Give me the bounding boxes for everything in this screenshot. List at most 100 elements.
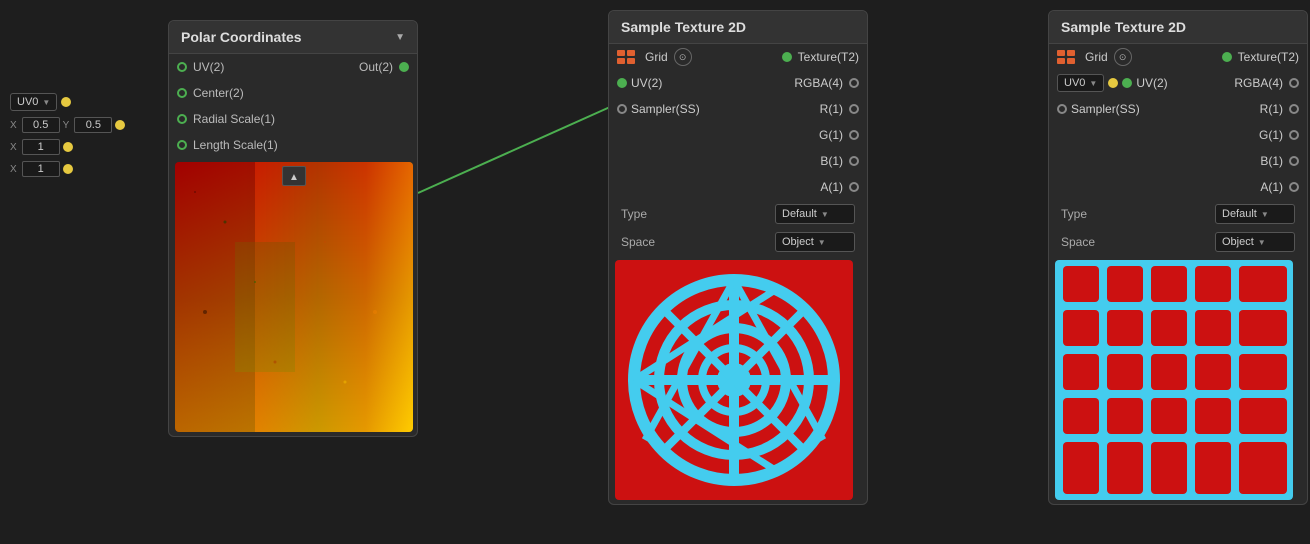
polar-coordinates-node: Polar Coordinates ▼ UV(2) Out(2) Center(… [168,20,418,437]
type2-row: Type Default ▼ [1049,200,1307,228]
center-port-row: Center(2) [169,80,417,106]
radial-left-port[interactable] [177,114,187,124]
uv2-output-connector[interactable] [1122,78,1132,88]
texture-right-connector[interactable] [782,52,792,62]
uv-left-port[interactable] [177,62,187,72]
dropdown-arrow: ▼ [42,98,50,107]
type-row: Type Default ▼ [609,200,867,228]
polar-node-title: Polar Coordinates [181,29,302,45]
space-arrow: ▼ [818,238,826,247]
radial-x-label: X [10,142,17,153]
g2-port-right: G(1) [1259,128,1299,142]
grid2-icon [1057,50,1075,64]
uv2-dropdown-value: UV0 [1064,77,1085,89]
sampler-left: Sampler(SS) [617,102,700,116]
center-left-port[interactable] [177,88,187,98]
uv-output-connector[interactable] [617,78,627,88]
uv2-label: UV(2) [1136,76,1167,90]
space2-row: Space Object ▼ [1049,228,1307,256]
length-connector[interactable] [63,164,73,174]
radial-port-row: Radial Scale(1) [169,106,417,132]
radial-connector[interactable] [63,142,73,152]
polar-node-header: Polar Coordinates ▼ [169,21,417,54]
rgba-connector[interactable] [849,78,859,88]
g-row: G(1) [609,122,867,148]
grid2-texture-row: Grid ⊙ Texture(T2) [1049,44,1307,70]
center-y-label: Y [63,120,70,131]
b2-connector[interactable] [1289,156,1299,166]
length-left-port[interactable] [177,140,187,150]
length-port-row: Length Scale(1) [169,132,417,158]
sampler-connector[interactable] [617,104,627,114]
uv2-dropdown-area: UV0 ▼ UV(2) [1057,74,1168,92]
type2-dropdown[interactable]: Default ▼ [1215,204,1295,224]
b-label: B(1) [820,154,843,168]
a-connector[interactable] [849,182,859,192]
sampler2-left: Sampler(SS) [1057,102,1140,116]
r2-port-right: R(1) [1260,102,1299,116]
sample-tex-1-header: Sample Texture 2D [609,11,867,44]
uv2-connector[interactable] [1108,78,1118,88]
rgba2-label: RGBA(4) [1234,76,1283,90]
length-x-label: X [10,164,17,175]
sampler2-label: Sampler(SS) [1071,102,1140,116]
b-connector[interactable] [849,156,859,166]
space2-dropdown[interactable]: Object ▼ [1215,232,1295,252]
type-arrow: ▼ [821,210,829,219]
g-port-right: G(1) [819,128,859,142]
polar-gradient-svg [175,162,413,432]
b-port-right: B(1) [820,154,859,168]
grid-settings-btn[interactable]: ⊙ [674,48,692,66]
b2-label: B(1) [1260,154,1283,168]
texture-port-right: Texture(T2) [782,50,859,64]
a2-connector[interactable] [1289,182,1299,192]
rgba2-connector[interactable] [1289,78,1299,88]
space2-arrow: ▼ [1258,238,1266,247]
type2-arrow: ▼ [1261,210,1269,219]
sampler2-connector[interactable] [1057,104,1067,114]
uv-output-row: UV(2) RGBA(4) [609,70,867,96]
uv-connector[interactable] [61,97,71,107]
uv-port-row: UV(2) Out(2) [169,54,417,80]
uv-dropdown-value: UV0 [17,96,38,108]
sampler2-r-row: Sampler(SS) R(1) [1049,96,1307,122]
rgba-port-right: RGBA(4) [794,76,859,90]
b2-port-right: B(1) [1260,154,1299,168]
scroll-up-btn[interactable]: ▲ [282,166,306,186]
r-label: R(1) [820,102,843,116]
space-dropdown[interactable]: Object ▼ [775,232,855,252]
sampler-r-row: Sampler(SS) R(1) [609,96,867,122]
grid-texture-row: Grid ⊙ Texture(T2) [609,44,867,70]
center-port-label: Center(2) [193,86,409,100]
space2-value: Object [1222,236,1254,248]
center-connector[interactable] [115,120,125,130]
space-row: Space Object ▼ [609,228,867,256]
uv2-dropdown[interactable]: UV0 ▼ [1057,74,1104,92]
center-y-input[interactable] [74,117,112,133]
texture2-right-connector[interactable] [1222,52,1232,62]
g2-connector[interactable] [1289,130,1299,140]
length-port-label: Length Scale(1) [193,138,409,152]
uv-output-left: UV(2) [617,76,662,90]
uv-port-label: UV(2) [193,60,293,74]
polar-texture-svg [615,260,853,500]
polar-collapse-arrow[interactable]: ▼ [395,32,405,43]
radial-x-input[interactable] [22,139,60,155]
length-x-input[interactable] [22,161,60,177]
a-row: A(1) [609,174,867,200]
grid2-settings-btn[interactable]: ⊙ [1114,48,1132,66]
r2-connector[interactable] [1289,104,1299,114]
uv0-dropdown[interactable]: UV0 ▼ [10,93,57,111]
uv-dropdown-row: UV0 ▼ [10,93,125,111]
g2-label: G(1) [1259,128,1283,142]
center-x-input[interactable] [22,117,60,133]
r-connector[interactable] [849,104,859,114]
g-label: G(1) [819,128,843,142]
g-connector[interactable] [849,130,859,140]
out-port[interactable] [399,62,409,72]
type-value: Default [782,208,817,220]
b2-row: B(1) [1049,148,1307,174]
rgba-label: RGBA(4) [794,76,843,90]
type-dropdown[interactable]: Default ▼ [775,204,855,224]
grid-label: Grid [645,50,668,64]
